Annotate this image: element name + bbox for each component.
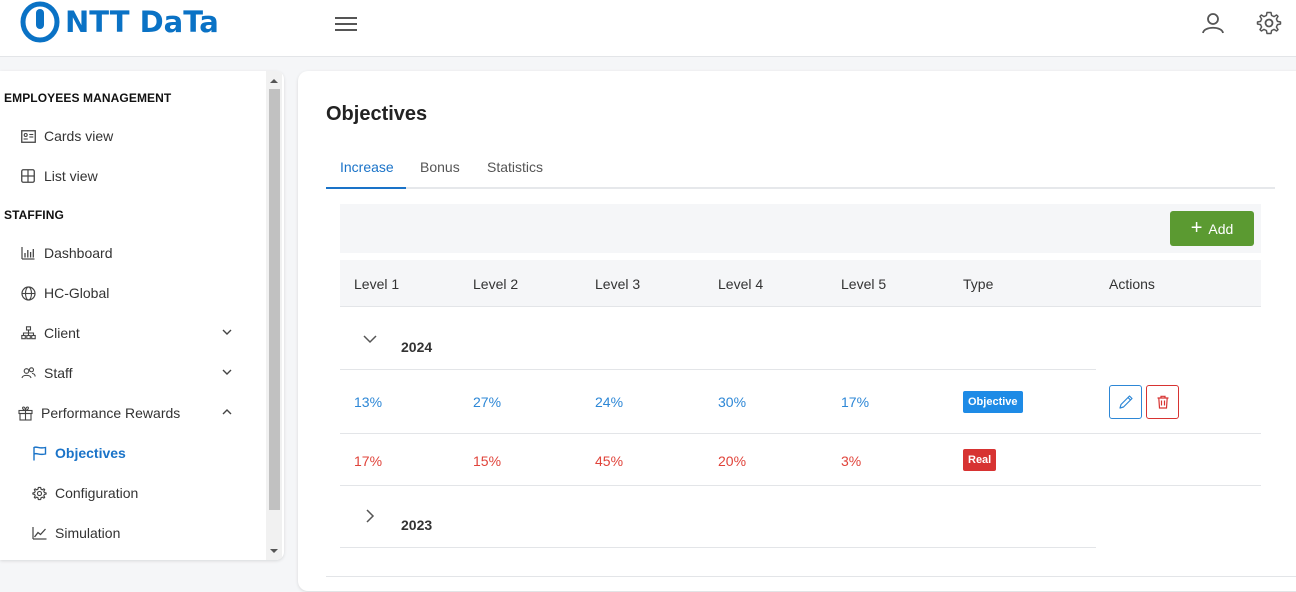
flag-icon bbox=[31, 445, 47, 461]
sidebar-item-label: Client bbox=[44, 325, 80, 341]
add-button-label: Add bbox=[1208, 220, 1234, 237]
cell-level-4: 20% bbox=[718, 453, 747, 469]
chevron-down-icon[interactable] bbox=[220, 325, 234, 339]
column-header-type[interactable]: Type bbox=[963, 276, 993, 292]
column-header-level-1[interactable]: Level 1 bbox=[354, 276, 399, 292]
sidebar-item-configuration[interactable]: Configuration bbox=[0, 473, 262, 513]
edit-button[interactable] bbox=[1109, 385, 1142, 419]
trash-icon bbox=[1157, 395, 1168, 409]
group-year: 2024 bbox=[401, 339, 433, 355]
chevron-down-icon[interactable] bbox=[362, 331, 378, 347]
gear-icon bbox=[31, 485, 47, 501]
globe-icon bbox=[20, 285, 36, 301]
id-card-icon bbox=[20, 128, 36, 144]
tab-bonus[interactable]: Bonus bbox=[420, 159, 460, 175]
table-icon bbox=[20, 168, 36, 184]
chevron-up-icon[interactable] bbox=[220, 405, 234, 419]
sidebar-item-label: Cards view bbox=[44, 128, 114, 144]
tab-bar: Increase Bonus Statistics bbox=[326, 149, 1275, 189]
delete-button[interactable] bbox=[1146, 385, 1179, 419]
tab-statistics[interactable]: Statistics bbox=[487, 159, 543, 175]
sidebar-item-label: Performance Rewards bbox=[41, 405, 181, 421]
bar-chart-icon bbox=[20, 245, 36, 261]
table-toolbar: + Add bbox=[340, 204, 1261, 253]
sidebar-item-cards-view[interactable]: Cards view bbox=[0, 116, 262, 156]
sidebar-item-label: List view bbox=[44, 168, 98, 184]
sidebar-item-staff[interactable]: Staff bbox=[0, 353, 262, 393]
scroll-up-arrow-icon[interactable] bbox=[270, 77, 278, 85]
section-staffing: STAFFING bbox=[4, 208, 64, 222]
sidebar-item-dashboard[interactable]: Dashboard bbox=[0, 233, 262, 273]
gear-icon[interactable] bbox=[1256, 10, 1282, 36]
tab-increase[interactable]: Increase bbox=[340, 159, 394, 175]
main-panel: Objectives Increase Bonus Statistics + A… bbox=[298, 71, 1296, 591]
logo-text: NTT DaTa bbox=[65, 5, 219, 39]
ntt-logo-icon bbox=[20, 1, 60, 43]
org-chart-icon bbox=[20, 325, 36, 341]
cell-level-3: 45% bbox=[595, 453, 624, 469]
page-title: Objectives bbox=[326, 103, 428, 125]
chevron-down-icon[interactable] bbox=[220, 365, 234, 379]
sidebar-item-label: Objectives bbox=[55, 445, 126, 461]
table-row: 13% 27% 24% 30% 17% Objective bbox=[340, 370, 1261, 434]
hamburger-menu-icon[interactable] bbox=[334, 12, 358, 36]
sidebar-item-label: HC-Global bbox=[44, 285, 110, 301]
users-icon bbox=[20, 365, 36, 381]
gift-icon bbox=[17, 405, 33, 421]
pencil-icon bbox=[1118, 395, 1133, 409]
ntt-data-logo[interactable]: NTT DaTa bbox=[20, 1, 219, 43]
sidebar-item-client[interactable]: Client bbox=[0, 313, 262, 353]
type-badge-real: Real bbox=[963, 449, 997, 471]
add-button[interactable]: + Add bbox=[1170, 211, 1254, 246]
cell-level-2: 27% bbox=[473, 394, 502, 410]
sidebar: EMPLOYEES MANAGEMENT Cards view List vie… bbox=[0, 71, 284, 560]
table-row: 17% 15% 45% 20% 3% Real bbox=[340, 434, 1261, 486]
table-header: Level 1 Level 2 Level 3 Level 4 Level 5 … bbox=[340, 260, 1261, 307]
sidebar-item-label: Simulation bbox=[55, 525, 121, 541]
section-employees-management: EMPLOYEES MANAGEMENT bbox=[4, 91, 172, 105]
sidebar-item-hc-global[interactable]: HC-Global bbox=[0, 273, 262, 313]
sidebar-scroll-thumb[interactable] bbox=[269, 89, 280, 510]
cell-level-1: 17% bbox=[354, 453, 383, 469]
plus-icon: + bbox=[1190, 216, 1203, 239]
cell-level-2: 15% bbox=[473, 453, 502, 469]
cell-level-1: 13% bbox=[354, 394, 383, 410]
column-header-actions: Actions bbox=[1109, 276, 1155, 292]
divider bbox=[326, 576, 1296, 577]
column-header-level-5[interactable]: Level 5 bbox=[841, 276, 886, 292]
column-header-level-4[interactable]: Level 4 bbox=[718, 276, 763, 292]
cell-level-5: 17% bbox=[841, 394, 870, 410]
cell-level-4: 30% bbox=[718, 394, 747, 410]
cell-level-3: 24% bbox=[595, 394, 624, 410]
sidebar-item-label: Dashboard bbox=[44, 245, 113, 261]
sidebar-item-objectives[interactable]: Objectives bbox=[0, 433, 262, 473]
group-row-2024[interactable]: 2024 bbox=[340, 308, 1096, 370]
cell-level-5: 3% bbox=[841, 453, 862, 469]
user-icon[interactable] bbox=[1200, 10, 1226, 36]
sidebar-item-label: Staff bbox=[44, 365, 73, 381]
column-header-level-3[interactable]: Level 3 bbox=[595, 276, 640, 292]
sidebar-item-list-view[interactable]: List view bbox=[0, 156, 262, 196]
sidebar-item-simulation[interactable]: Simulation bbox=[0, 513, 262, 553]
sidebar-item-label: Configuration bbox=[55, 485, 139, 501]
chevron-right-icon[interactable] bbox=[362, 508, 378, 524]
top-header: NTT DaTa bbox=[0, 0, 1296, 57]
scroll-down-arrow-icon[interactable] bbox=[270, 547, 278, 555]
group-year: 2023 bbox=[401, 517, 433, 533]
group-row-2023[interactable]: 2023 bbox=[340, 486, 1096, 548]
column-header-level-2[interactable]: Level 2 bbox=[473, 276, 518, 292]
sidebar-item-performance-rewards[interactable]: Performance Rewards bbox=[0, 393, 262, 433]
active-tab-indicator bbox=[326, 187, 406, 189]
line-chart-icon bbox=[31, 525, 47, 541]
type-badge-objective: Objective bbox=[963, 391, 1023, 413]
